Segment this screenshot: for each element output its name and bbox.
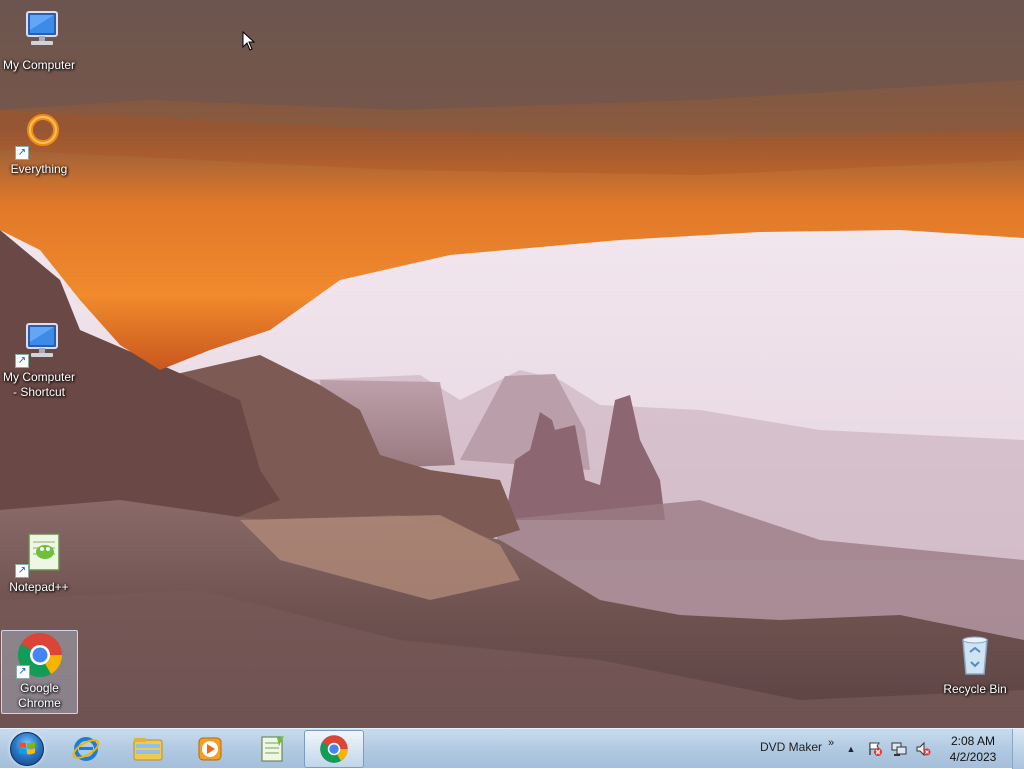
- desktop-icon-my-computer-shortcut[interactable]: ↗ My Computer - Shortcut: [0, 320, 78, 400]
- system-tray: ▲: [842, 729, 938, 769]
- taskbar: DVD Maker » ▲ 2:08 AM 4/2/2023: [0, 728, 1024, 769]
- start-button[interactable]: [0, 729, 54, 769]
- media-player-icon: [198, 737, 222, 760]
- volume-muted-icon[interactable]: [914, 740, 932, 758]
- show-desktop-button[interactable]: [1012, 729, 1024, 769]
- toolbar-chevron-icon[interactable]: »: [828, 737, 834, 749]
- desktop-icon-label: Notepad++: [9, 580, 69, 594]
- desktop-icon-everything[interactable]: ↗ Everything: [0, 112, 78, 177]
- desktop[interactable]: My Computer ↗ Everything ↗ My Computer -…: [0, 0, 1024, 728]
- shortcut-arrow-icon: ↗: [15, 665, 30, 679]
- computer-icon: [15, 8, 63, 56]
- desktop-icon-notepad-plus-plus[interactable]: ↗ Notepad++: [0, 530, 78, 595]
- taskbar-media-player[interactable]: [180, 730, 240, 768]
- notepad-plus-plus-icon: ↗: [15, 530, 63, 578]
- desktop-icon-label: Everything: [10, 162, 68, 176]
- up-arrow-icon: ▲: [846, 744, 856, 754]
- clock-time: 2:08 AM: [950, 734, 996, 748]
- wallpaper: [0, 0, 1024, 728]
- taskbar-internet-explorer[interactable]: [56, 730, 116, 768]
- desktop-icon-my-computer[interactable]: My Computer: [0, 8, 78, 73]
- desktop-icon-label: My Computer - Shortcut: [2, 370, 76, 399]
- network-icon[interactable]: [890, 740, 908, 758]
- chrome-icon: [320, 734, 348, 763]
- taskbar-windows-explorer[interactable]: [118, 730, 178, 768]
- computer-icon: ↗: [15, 320, 63, 368]
- dvd-maker-toolbar[interactable]: DVD Maker »: [760, 737, 834, 754]
- shortcut-arrow-icon: ↗: [15, 354, 29, 368]
- notepad-plus-plus-icon: [261, 735, 284, 761]
- windows-start-orb-icon: [10, 731, 44, 766]
- show-hidden-icons-button[interactable]: ▲: [842, 740, 860, 758]
- chrome-icon: ↗: [15, 631, 64, 679]
- taskbar-clock[interactable]: 2:08 AM 4/2/2023: [938, 733, 1008, 765]
- dvd-maker-label: DVD Maker: [760, 740, 823, 754]
- desktop-icon-google-chrome[interactable]: ↗ Google Chrome: [1, 630, 78, 714]
- action-center-icon[interactable]: [866, 740, 884, 758]
- desktop-icon-label: My Computer: [2, 58, 76, 72]
- desktop-icon-label: Google Chrome: [18, 681, 61, 710]
- taskbar-google-chrome[interactable]: [304, 729, 364, 768]
- file-explorer-icon: [133, 737, 163, 760]
- internet-explorer-icon: [72, 736, 100, 761]
- shortcut-arrow-icon: ↗: [15, 146, 29, 160]
- desktop-icon-recycle-bin[interactable]: Recycle Bin: [936, 632, 1014, 697]
- recycle-bin-icon: [951, 632, 999, 680]
- clock-date: 4/2/2023: [949, 750, 997, 764]
- shortcut-arrow-icon: ↗: [15, 564, 29, 578]
- everything-search-icon: ↗: [15, 112, 63, 160]
- mouse-cursor-icon: [242, 31, 256, 51]
- taskbar-notepad-plus-plus[interactable]: [242, 730, 302, 768]
- desktop-icon-label: Recycle Bin: [943, 682, 1007, 696]
